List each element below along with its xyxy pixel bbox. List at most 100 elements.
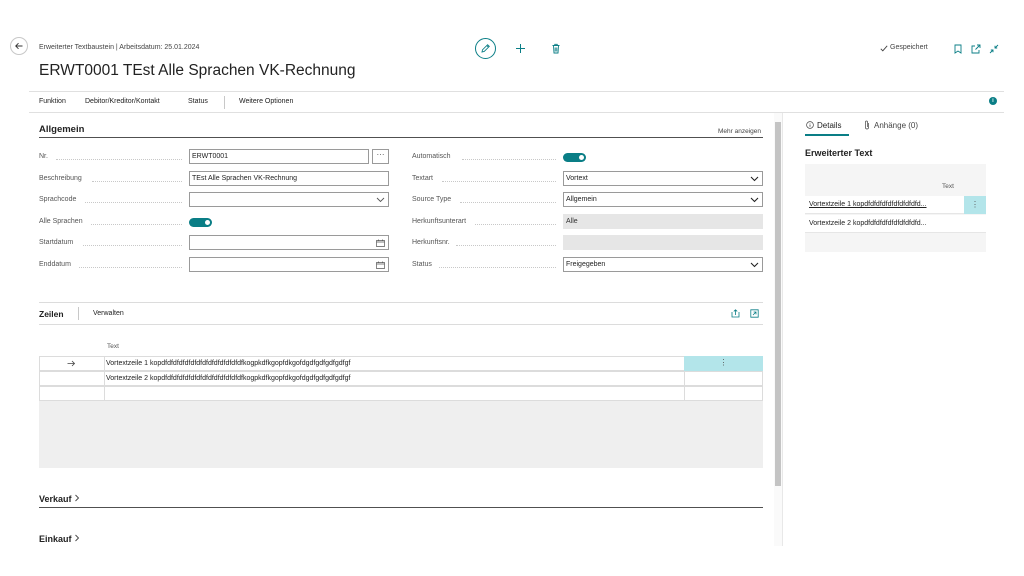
open-new-window-button[interactable] [970,43,981,54]
info-icon[interactable]: i [989,97,997,105]
row-cell-divider [684,387,685,400]
calendar-icon[interactable] [376,239,385,247]
action-status[interactable]: Status [188,98,208,105]
factbox-line-text[interactable]: Vortextzeile 2 kopdfdfdfdfdfdfdfdfdfd... [809,220,927,227]
add-icon [515,43,525,53]
chevron-down-icon [750,197,759,203]
factbox-list: Text Vortextzeile 1 kopdfdfdfdfdfdfdfdfd… [805,164,986,252]
ellipsis-icon: ⋮ [719,358,728,367]
label-leader [56,159,182,160]
factbox-title: Erweiterter Text [805,148,873,158]
sprachcode-field[interactable] [189,192,389,207]
edit-button[interactable] [475,38,496,59]
source-type-select[interactable]: Allgemein [563,192,763,207]
ellipsis-icon: ··· [376,150,385,159]
label-leader [79,267,182,268]
factbox-line-link[interactable]: Vortextzeile 1 kopdfdfdfdfdfdfdfdfdfd... [809,201,927,208]
nr-lookup-button[interactable]: ··· [372,149,389,164]
calendar-icon[interactable] [376,261,385,269]
row-cell-divider [104,372,105,385]
field-label-alle-sprachen: Alle Sprachen [39,218,83,225]
textart-select[interactable]: Vortext [563,171,763,186]
list-item[interactable]: Vortextzeile 1 kopdfdfdfdfdfdfdfdfdfd...… [805,196,986,214]
ellipsis-icon: ⋮ [971,200,979,209]
manage-lines-button[interactable]: Verwalten [93,310,124,317]
chevron-down-icon [750,262,759,268]
field-label-status: Status [412,261,432,268]
action-weitere-optionen[interactable]: Weitere Optionen [239,98,293,105]
collapse-icon [989,44,998,53]
status-value: Freigegeben [566,261,606,268]
table-row[interactable] [39,386,763,401]
label-leader [439,267,556,268]
textart-value: Vortext [566,175,588,182]
breadcrumb: Erweiterter Textbaustein | Arbeitsdatum:… [39,44,200,51]
lines-top-border [39,302,763,303]
expand-button[interactable] [749,308,759,318]
table-row[interactable]: Vortextzeile 2 kopdfdfdfdfdfdfdfdfdfdfdf… [39,371,763,386]
row-actions-cell[interactable]: ⋮ [684,356,763,371]
label-leader [92,181,182,182]
lines-column-header[interactable]: Text [107,343,119,350]
collapse-button[interactable] [988,43,999,54]
factbox-row-actions[interactable]: ⋮ [964,196,986,214]
open-new-window-icon [971,44,980,53]
tab-attachments[interactable]: Anhänge (0) [874,121,918,130]
section-title-verkauf[interactable]: Verkauf [39,494,80,504]
field-label-beschreibung: Beschreibung [39,175,82,182]
share-button[interactable] [730,308,740,318]
beschreibung-field[interactable]: TEst Alle Sprachen VK-Rechnung [189,171,389,186]
delete-icon [552,43,560,53]
edit-icon [481,44,490,53]
tab-details-underline [805,134,849,136]
tab-details[interactable]: Details [817,121,841,130]
status-select[interactable]: Freigegeben [563,257,763,272]
field-label-source-type: Source Type [412,196,452,203]
section-title-allgemein[interactable]: Allgemein [39,124,84,135]
field-label-herkunftsunterart: Herkunftsunterart [412,218,467,225]
factbox-column-header: Text [942,183,954,190]
lines-grid: Vortextzeile 1 kopdfdfdfdfdfdfdfdfdfdfdf… [39,356,763,468]
add-button[interactable] [514,42,526,54]
automatisch-toggle[interactable] [563,153,586,162]
section-title-einkauf[interactable]: Einkauf [39,534,80,544]
label-leader [462,159,556,160]
bookmark-icon [954,44,962,54]
show-more-link[interactable]: Mehr anzeigen [718,128,761,135]
scrollbar-thumb[interactable] [775,122,781,486]
action-bar: Funktion Debitor/Kreditor/Kontakt Status… [29,91,1004,113]
source-type-value: Allgemein [566,196,597,203]
page-title: ERWT0001 TEst Alle Sprachen VK-Rechnung [39,62,356,79]
saved-label: Gespeichert [890,44,928,51]
row-cell-divider [684,372,685,385]
label-leader [475,224,556,225]
bookmark-button[interactable] [953,43,963,54]
action-funktion[interactable]: Funktion [39,98,66,105]
action-debitor-kreditor-kontakt[interactable]: Debitor/Kreditor/Kontakt [85,98,160,105]
back-button[interactable] [10,37,28,55]
chevron-right-icon [74,534,79,542]
chevron-down-icon [750,176,759,182]
label-leader [85,202,182,203]
delete-button[interactable] [550,42,562,54]
alle-sprachen-toggle[interactable] [189,218,212,227]
herkunftsnr-field [563,235,763,250]
lines-separator [78,307,79,320]
enddatum-field[interactable] [189,257,389,272]
page: Erweiterter Textbaustein | Arbeitsdatum:… [0,0,1024,576]
line-text-cell[interactable]: Vortextzeile 1 kopdfdfdfdfdfdfdfdfdfdfdf… [106,360,350,367]
label-leader [442,181,556,182]
section-divider [39,507,763,508]
chevron-down-icon [376,197,385,203]
share-icon [731,308,739,317]
table-row[interactable]: Vortextzeile 1 kopdfdfdfdfdfdfdfdfdfdfdf… [39,356,763,371]
list-item[interactable]: Vortextzeile 2 kopdfdfdfdfdfdfdfdfdfd... [805,215,986,233]
line-text-cell[interactable]: Vortextzeile 2 kopdfdfdfdfdfdfdfdfdfdfdf… [106,375,350,382]
nr-field[interactable]: ERWT0001 [189,149,369,164]
field-label-enddatum: Enddatum [39,261,71,268]
field-label-automatisch: Automatisch [412,153,451,160]
startdatum-field[interactable] [189,235,389,250]
section-title-zeilen[interactable]: Zeilen [39,309,64,319]
field-label-nr: Nr. [39,153,48,160]
row-arrow-icon [67,360,76,367]
